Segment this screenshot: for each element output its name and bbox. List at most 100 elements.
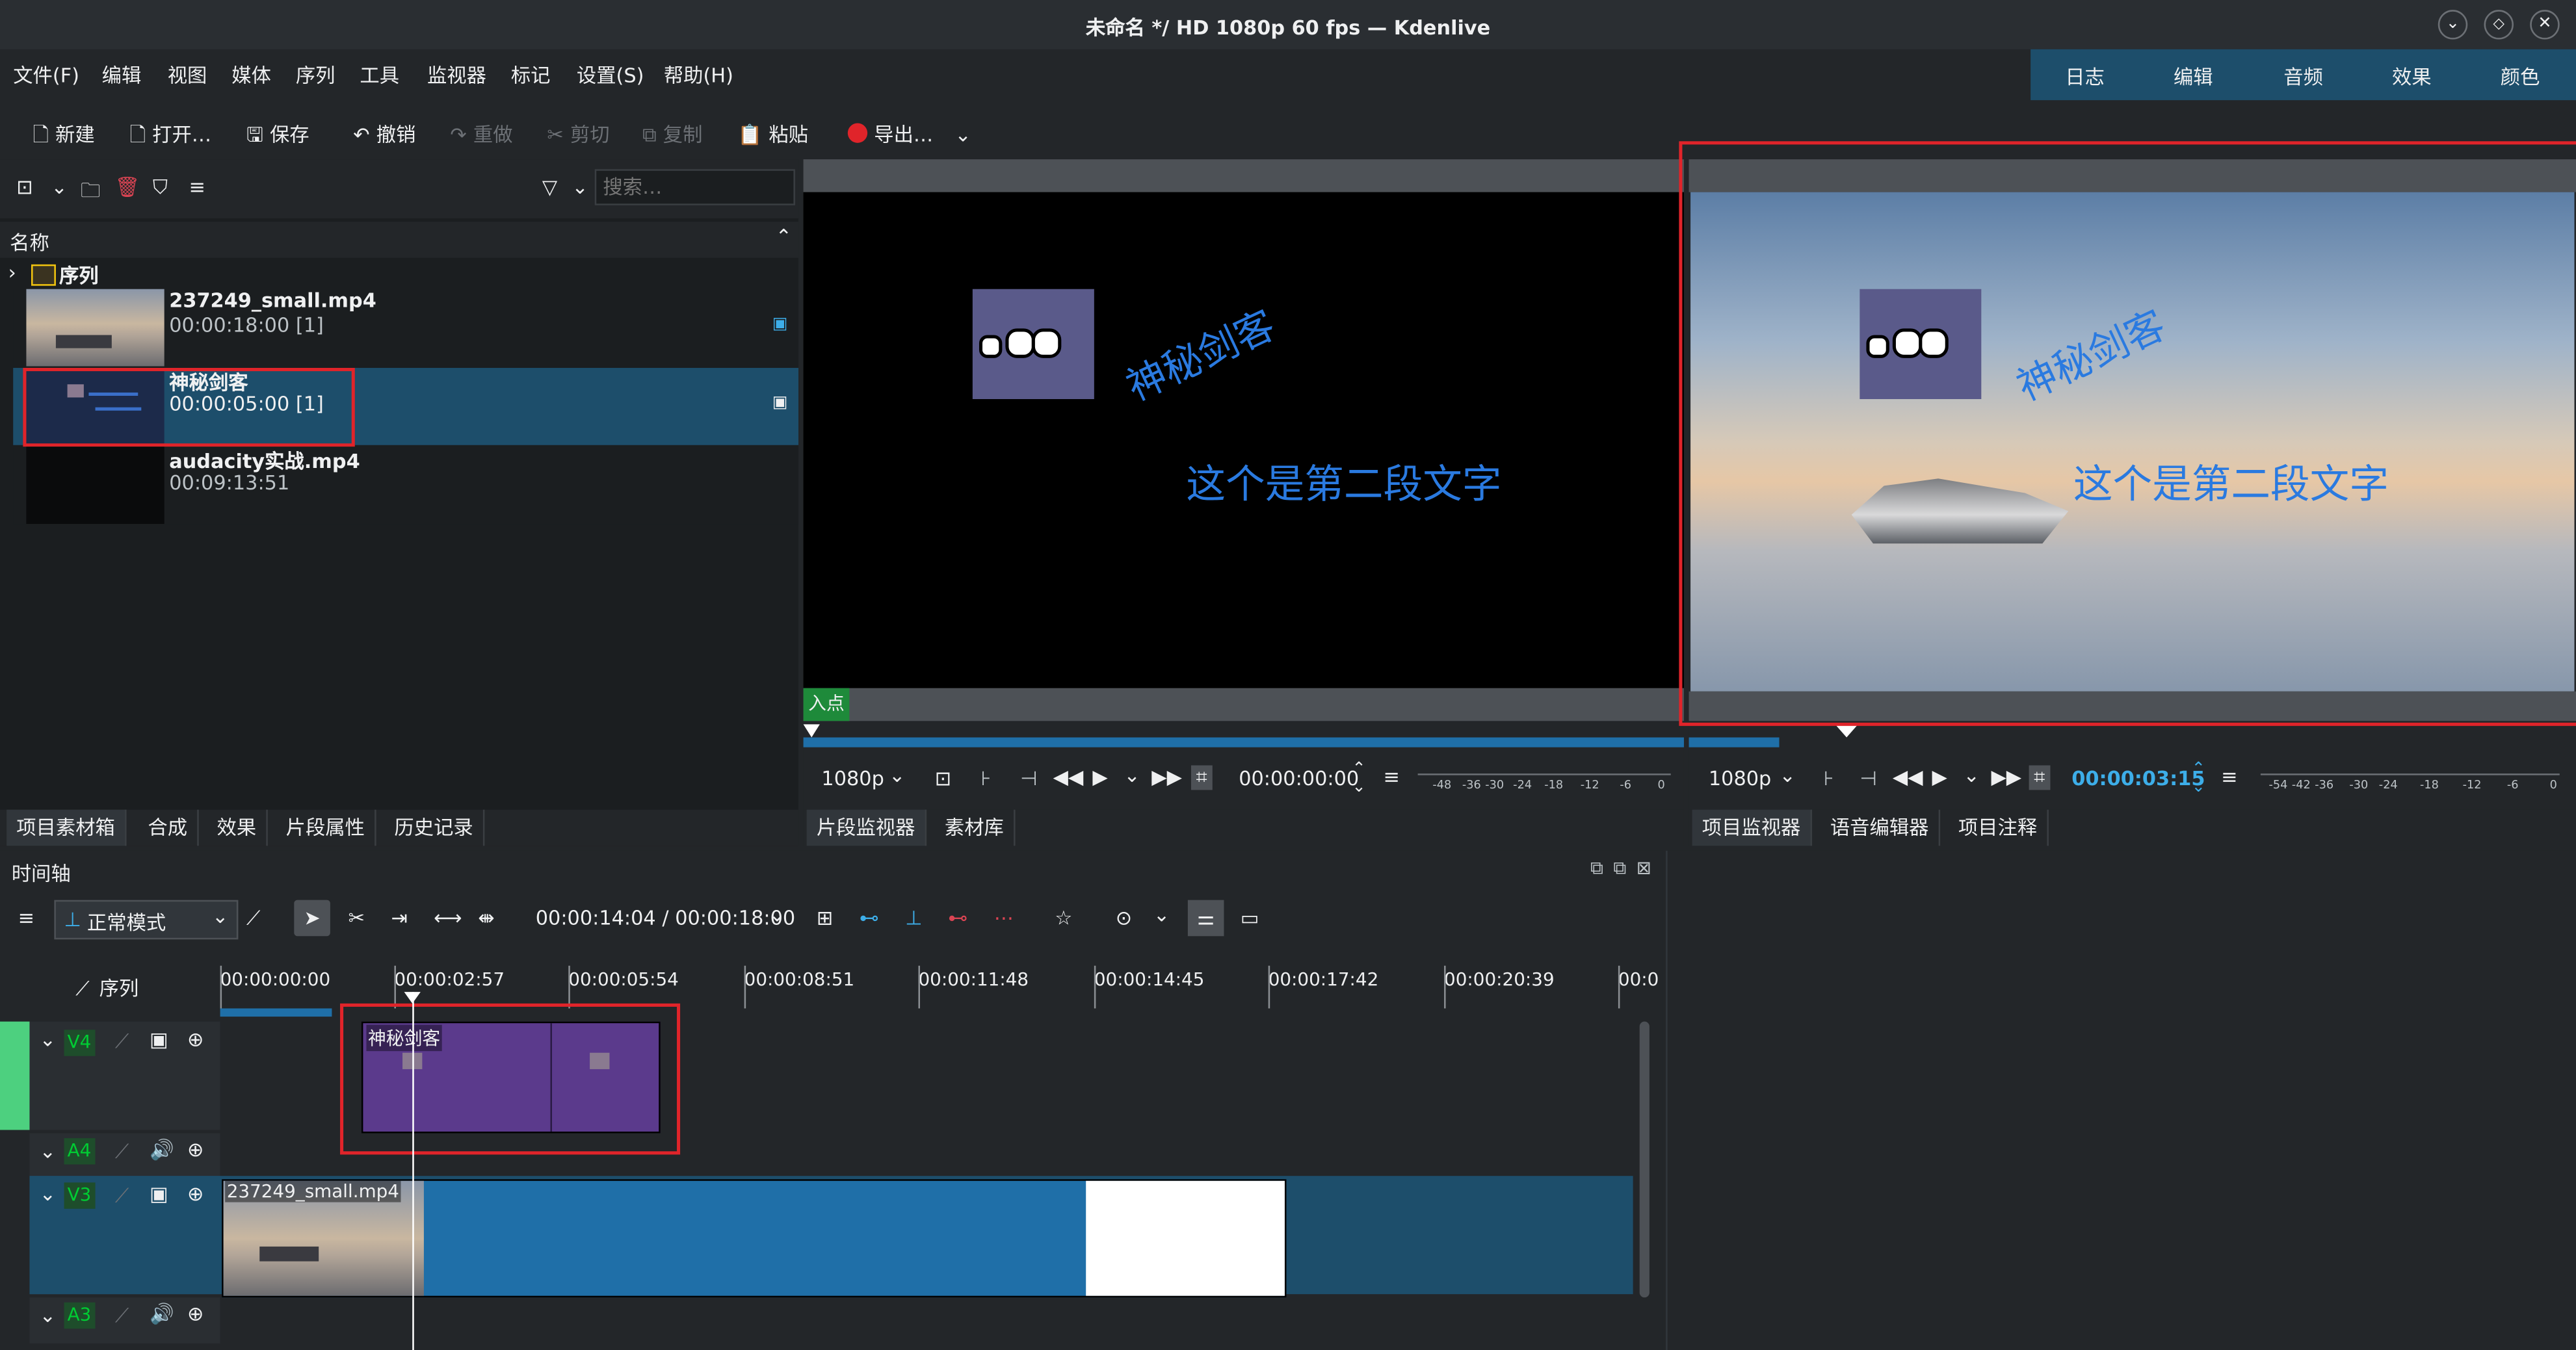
- tab-clip-monitor[interactable]: 片段监视器: [806, 809, 927, 846]
- extract-zone-icon[interactable]: ⋯: [994, 907, 1014, 929]
- workspace-tab-effects[interactable]: 效果: [2392, 62, 2432, 90]
- collapse-icon[interactable]: ⌄: [40, 1028, 56, 1051]
- play-icon[interactable]: ▶: [1092, 765, 1107, 788]
- film-icon[interactable]: ▣: [150, 1182, 168, 1205]
- timecode-display[interactable]: 00:00:03:15: [2071, 767, 2205, 790]
- filter-icon[interactable]: ▽: [542, 175, 557, 198]
- sort-icon[interactable]: ⌃: [776, 225, 792, 248]
- edit-mode-select[interactable]: ⊥ 正常模式 ⌄: [54, 900, 239, 940]
- timecode-display[interactable]: 00:00:00:00: [1239, 767, 1359, 790]
- chevron-down-icon[interactable]: ⌄: [1964, 764, 1980, 786]
- resolution-select[interactable]: 1080p: [821, 767, 884, 790]
- add-clip-icon[interactable]: ⊡: [16, 175, 33, 198]
- menu-tools[interactable]: 工具: [360, 60, 399, 88]
- collapse-icon[interactable]: ⌄: [40, 1304, 56, 1327]
- open-button[interactable]: 🗋 打开…: [130, 116, 212, 154]
- set-out-icon[interactable]: ⊣: [1860, 767, 1876, 790]
- razor-tool-icon[interactable]: ✂: [348, 907, 365, 929]
- rewind-icon[interactable]: ◀◀: [1053, 765, 1084, 788]
- list-item[interactable]: 237249_small.mp4 00:00:18:00 [1] ▣: [13, 289, 799, 367]
- menu-file[interactable]: 文件(F): [13, 60, 79, 88]
- menu-view[interactable]: 视图: [168, 60, 207, 88]
- multicam-icon[interactable]: ⇼: [478, 907, 494, 929]
- menu-settings[interactable]: 设置(S): [577, 60, 644, 88]
- close-icon[interactable]: ✕: [2530, 10, 2560, 40]
- lock-icon[interactable]: ⊕: [187, 1303, 204, 1325]
- lift-icon[interactable]: ⊥: [905, 907, 922, 929]
- lock-icon[interactable]: ⊕: [187, 1028, 204, 1051]
- chevron-down-icon[interactable]: ⌄: [572, 175, 588, 198]
- chevron-down-icon[interactable]: ⌄: [954, 123, 971, 146]
- project-ruler[interactable]: [1689, 724, 2576, 750]
- chevron-down-icon[interactable]: ⌄: [1153, 903, 1170, 926]
- rewind-icon[interactable]: ◀◀: [1893, 765, 1923, 788]
- tab-undo-history[interactable]: 历史记录: [384, 809, 485, 846]
- play-icon[interactable]: ▶: [1932, 765, 1947, 788]
- folder-icon[interactable]: 🗀: [81, 175, 100, 210]
- menu-sequence[interactable]: 序列: [296, 60, 335, 88]
- collapse-icon[interactable]: ⌄: [40, 1140, 56, 1163]
- tab-effects[interactable]: 效果: [207, 809, 268, 846]
- playhead-marker[interactable]: [404, 992, 421, 1004]
- effects-icon[interactable]: ⟋: [115, 1140, 129, 1165]
- clip-ruler[interactable]: [803, 724, 1684, 750]
- clip-video-frame[interactable]: 神秘剑客 这个是第二段文字: [803, 192, 1684, 688]
- delete-icon[interactable]: 🗑: [115, 175, 140, 198]
- cut-button[interactable]: ✂ 剪切: [547, 116, 609, 148]
- workspace-tab-logging[interactable]: 日志: [2065, 62, 2105, 90]
- tab-project-notes[interactable]: 项目注释: [1949, 809, 2049, 846]
- menu-icon[interactable]: ≡: [1384, 765, 1400, 788]
- tab-clip-properties[interactable]: 片段属性: [276, 809, 376, 846]
- overwrite-icon[interactable]: ⊷: [860, 907, 879, 929]
- lock-icon[interactable]: ⊕: [187, 1138, 204, 1161]
- chevron-down-icon[interactable]: ⌄: [769, 903, 785, 926]
- playhead-marker[interactable]: [1835, 724, 1858, 738]
- forward-icon[interactable]: ▶▶: [1991, 765, 2021, 788]
- slip-tool-icon[interactable]: ⟷: [434, 907, 462, 929]
- workspace-tab-color[interactable]: 颜色: [2501, 62, 2540, 90]
- lock-icon[interactable]: ⊕: [187, 1182, 204, 1205]
- zone-bar[interactable]: [1689, 737, 1780, 747]
- zoom-fit-icon[interactable]: ▭: [1241, 907, 1259, 929]
- float-icon[interactable]: ⧉: [1590, 857, 1603, 880]
- menu-monitor[interactable]: 监视器: [427, 60, 486, 88]
- new-button[interactable]: 🗋 新建: [33, 116, 95, 154]
- tab-project-bin[interactable]: 项目素材箱: [7, 809, 127, 846]
- spacer-tool-icon[interactable]: ⇥: [391, 907, 407, 929]
- search-input[interactable]: [594, 169, 795, 205]
- extract-icon[interactable]: ⊷: [948, 907, 967, 929]
- tab-project-monitor[interactable]: 项目监视器: [1692, 809, 1813, 846]
- collapse-icon[interactable]: ⌄: [40, 1182, 56, 1205]
- timeline-playhead[interactable]: [412, 992, 414, 1350]
- timeline-scrollbar[interactable]: [1639, 1021, 1649, 1298]
- tab-library[interactable]: 素材库: [935, 809, 1016, 846]
- speaker-icon[interactable]: 🔊: [150, 1303, 174, 1325]
- undock-icon[interactable]: ⧉: [1613, 857, 1626, 880]
- star-icon[interactable]: ☆: [1055, 907, 1072, 929]
- playhead-marker[interactable]: [803, 724, 820, 738]
- track-name-tag[interactable]: V3: [64, 1182, 95, 1209]
- speaker-icon[interactable]: 🔊: [150, 1138, 174, 1161]
- tag-icon[interactable]: ⛉: [153, 175, 168, 200]
- menu-edit[interactable]: 编辑: [102, 60, 142, 88]
- video-clip[interactable]: 237249_small.mp4: [222, 1179, 1287, 1298]
- redo-button[interactable]: ↷ 重做: [450, 116, 512, 148]
- undo-button[interactable]: ↶ 撤销: [353, 116, 415, 148]
- zone-bar[interactable]: [220, 1008, 332, 1017]
- insert-icon[interactable]: ⊞: [817, 907, 833, 929]
- effects-icon[interactable]: ⟋: [115, 1030, 129, 1054]
- tab-compositions[interactable]: 合成: [138, 809, 199, 846]
- export-button[interactable]: 导出… ⌄: [847, 116, 971, 148]
- effects-icon[interactable]: ⟋: [115, 1304, 129, 1329]
- set-out-icon[interactable]: ⊣: [1020, 767, 1037, 790]
- forward-icon[interactable]: ▶▶: [1151, 765, 1182, 788]
- maximize-icon[interactable]: ◇: [2484, 10, 2514, 40]
- track-name-tag[interactable]: A3: [64, 1302, 95, 1329]
- chevron-down-icon[interactable]: ⌄: [889, 764, 905, 786]
- film-icon[interactable]: ▣: [150, 1028, 168, 1051]
- menu-help[interactable]: 帮助(H): [664, 60, 733, 88]
- selection-tool-icon[interactable]: ➤: [294, 900, 330, 937]
- minimize-icon[interactable]: ⌄: [2438, 10, 2468, 40]
- fullscreen-icon[interactable]: ⊡: [935, 767, 951, 790]
- save-button[interactable]: 🖫 保存: [246, 116, 309, 154]
